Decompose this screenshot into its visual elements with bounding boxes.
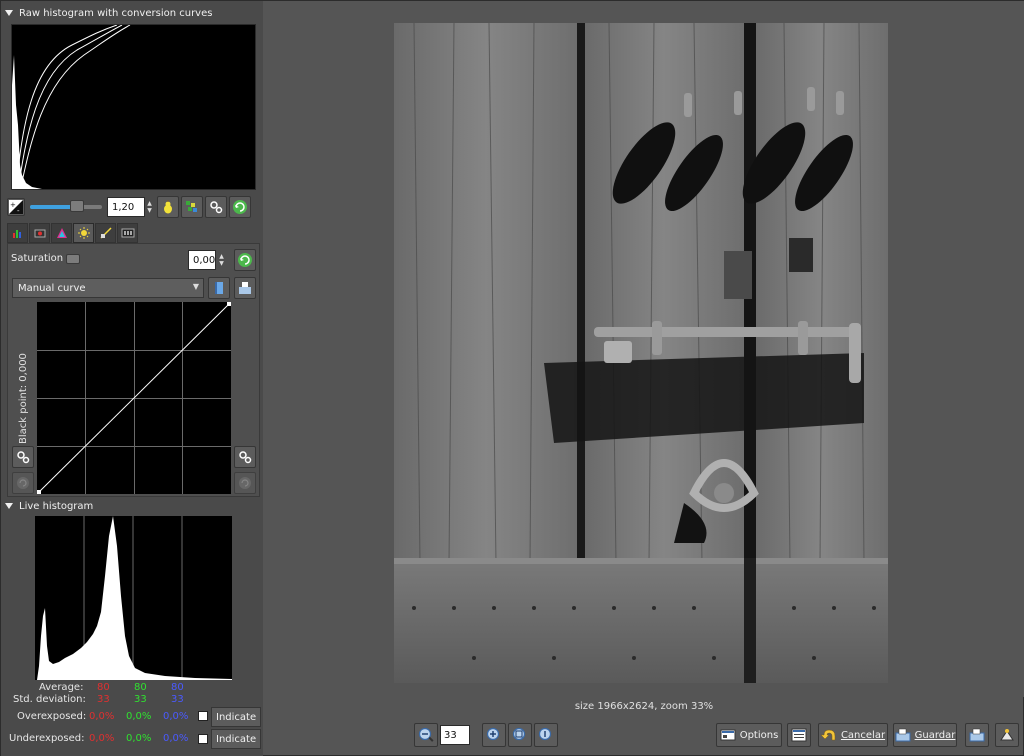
export-icon: [969, 728, 985, 742]
exposure-slider-knob[interactable]: [70, 200, 84, 212]
tab-histogram[interactable]: [7, 223, 28, 243]
live-histogram-plot: [35, 516, 232, 680]
overexposed-red: 0,0%: [89, 711, 115, 722]
save-curve-icon[interactable]: [234, 277, 256, 299]
tab-transform[interactable]: [95, 223, 116, 243]
curve-reset-icon[interactable]: [12, 472, 34, 494]
tool-tabs: [7, 223, 139, 243]
raw-histogram-header[interactable]: Raw histogram with conversion curves: [5, 6, 212, 20]
pear-icon[interactable]: [157, 196, 179, 218]
collapse-triangle-icon: [5, 503, 13, 509]
options-label: Options: [739, 729, 779, 741]
open-curve-icon[interactable]: [208, 277, 230, 299]
cancel-label: Cancelar: [840, 729, 886, 741]
stddev-blue: 33: [171, 694, 184, 705]
photo-image: [394, 23, 888, 683]
photo-preview[interactable]: [394, 23, 888, 683]
raw-histogram: [11, 24, 256, 190]
curve-preset-value: Manual curve: [18, 282, 86, 294]
raw-histogram-plot: [12, 25, 131, 189]
saturation-reset-icon[interactable]: [234, 249, 256, 271]
tab-camera[interactable]: [29, 223, 50, 243]
zoom-value-field[interactable]: 33: [440, 725, 470, 745]
queue-button[interactable]: [787, 723, 811, 747]
underexposed-blue: 0,0%: [163, 733, 189, 744]
live-histogram: [35, 516, 232, 680]
queue-icon: [791, 728, 807, 742]
tab-color[interactable]: [51, 223, 72, 243]
underexposed-indicate-checkbox[interactable]: [198, 734, 208, 744]
stddev-red: 33: [97, 694, 110, 705]
average-blue: 80: [171, 682, 184, 693]
overexposed-indicate-checkbox[interactable]: [198, 711, 208, 721]
conversion-curve-1: [15, 25, 118, 189]
bottom-toolbar: 33 Options Cancelar Guardar: [263, 717, 1024, 753]
exposure-toolbar: + - 1,20 ▲ ▼: [7, 196, 251, 218]
zoom-fit-icon[interactable]: [508, 723, 532, 747]
undo-arrow-icon: [820, 729, 836, 741]
save-label: Guardar: [914, 729, 956, 741]
options-icon: [720, 729, 736, 741]
underexposed-red: 0,0%: [89, 733, 115, 744]
exposure-compensation-icon: + -: [7, 198, 25, 216]
collapse-triangle-icon: [5, 10, 13, 16]
zoom-in-icon[interactable]: [482, 723, 506, 747]
curve-preset-select[interactable]: Manual curve ▼: [12, 278, 204, 298]
saturation-slider-knob[interactable]: [66, 254, 80, 264]
external-editor-button[interactable]: [995, 723, 1019, 747]
reset-icon[interactable]: [229, 196, 251, 218]
overexposed-indicate-button[interactable]: Indicate: [211, 707, 262, 727]
left-panel: Raw histogram with conversion curves + - …: [1, 1, 263, 756]
overexposed-blue: 0,0%: [163, 711, 189, 722]
average-label: Average:: [39, 682, 84, 693]
saturation-label: Saturation: [11, 253, 64, 264]
curve-edit-gears-icon[interactable]: [12, 446, 34, 468]
curve-tool-panel: Saturation 0,00 ▲ ▼ Manual curve ▼ Black …: [7, 243, 260, 497]
external-editor-icon: [1000, 729, 1014, 741]
underexposed-green: 0,0%: [126, 733, 152, 744]
stddev-label: Std. deviation:: [13, 694, 86, 705]
average-red: 80: [97, 682, 110, 693]
save-icon: [895, 728, 911, 742]
raw-histogram-title: Raw histogram with conversion curves: [19, 7, 213, 19]
curve-edit-gears-right-icon[interactable]: [234, 446, 256, 468]
curve-line[interactable]: [37, 302, 231, 494]
overexposed-green: 0,0%: [126, 711, 152, 722]
image-status: size 1966x2624, zoom 33%: [574, 701, 714, 712]
underexposed-label: Underexposed:: [9, 733, 85, 744]
curve-reset-right-icon[interactable]: [234, 472, 256, 494]
tab-exposure[interactable]: [73, 223, 94, 243]
cancel-button[interactable]: Cancelar: [818, 723, 888, 747]
gears-icon[interactable]: [205, 196, 227, 218]
live-histogram-header[interactable]: Live histogram: [5, 499, 93, 513]
zoom-out-icon[interactable]: [414, 723, 438, 747]
stddev-green: 33: [134, 694, 147, 705]
saturation-spin-arrows[interactable]: ▲ ▼: [217, 250, 226, 270]
exposure-slider[interactable]: [30, 200, 102, 212]
overexposed-label: Overexposed:: [17, 711, 87, 722]
saturation-value-field[interactable]: 0,00: [188, 250, 216, 270]
svg-text:+: +: [10, 201, 16, 209]
options-button[interactable]: Options: [716, 723, 782, 747]
exposure-spin-arrows[interactable]: ▲ ▼: [145, 197, 154, 217]
average-green: 80: [134, 682, 147, 693]
raw-histogram-fill: [12, 55, 42, 189]
color-pattern-icon[interactable]: [181, 196, 203, 218]
underexposed-indicate-button[interactable]: Indicate: [211, 729, 262, 749]
black-point-label: Black point: 0,000: [18, 353, 29, 444]
send-to-editor-button[interactable]: [965, 723, 989, 747]
conversion-curve-2: [17, 25, 123, 189]
tab-filmstrip[interactable]: [117, 223, 138, 243]
app-window: Raw histogram with conversion curves + - …: [0, 0, 1024, 756]
chevron-down-icon: ▼: [192, 282, 199, 291]
curve-editor[interactable]: [37, 302, 231, 494]
zoom-100-icon[interactable]: [534, 723, 558, 747]
save-button[interactable]: Guardar: [893, 723, 957, 747]
exposure-value-field[interactable]: 1,20: [107, 197, 145, 217]
live-histogram-title: Live histogram: [19, 500, 94, 512]
